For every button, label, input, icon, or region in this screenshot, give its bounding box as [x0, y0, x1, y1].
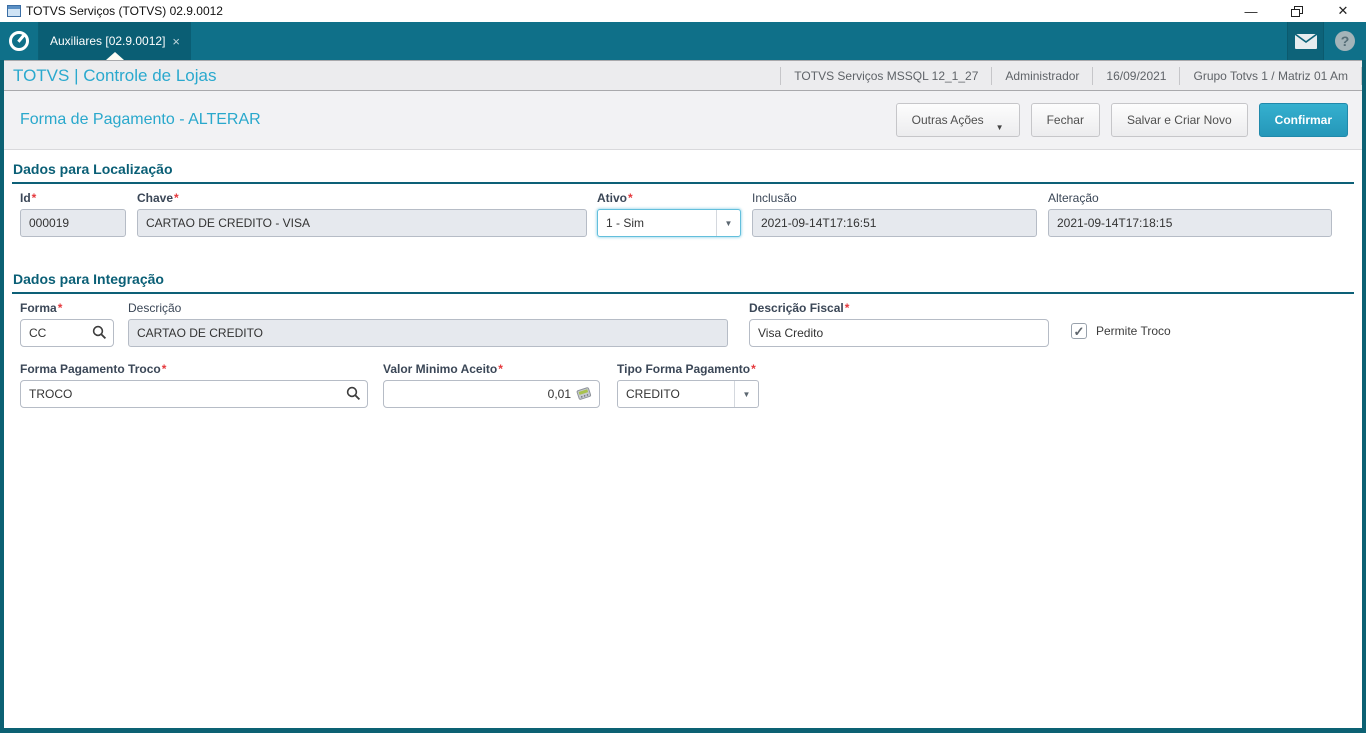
fechar-button[interactable]: Fechar	[1030, 103, 1100, 137]
required-marker: *	[174, 191, 179, 205]
brand-title: TOTVS | Controle de Lojas	[13, 65, 217, 85]
tipo-forma-pagamento-select[interactable]: CREDITO ▼	[617, 380, 759, 408]
window-titlebar: TOTVS Serviços (TOTVS) 02.9.0012 — ✕	[0, 0, 1366, 22]
env-server: TOTVS Serviços MSSQL 12_1_27	[780, 66, 991, 85]
forma-pagamento-troco-input[interactable]	[20, 380, 368, 408]
env-user: Administrador	[991, 66, 1092, 85]
checkbox-checked-icon[interactable]: ✓	[1071, 323, 1087, 339]
chevron-down-icon[interactable]: ▼	[734, 381, 758, 407]
alteracao-input[interactable]	[1048, 209, 1332, 237]
calculator-icon[interactable]	[576, 386, 593, 401]
valor-minimo-input[interactable]	[383, 380, 600, 408]
field-tipo-forma-pagamento: Tipo Forma Pagamento* CREDITO ▼	[617, 362, 759, 408]
forma-label: Forma*	[20, 301, 63, 315]
required-marker: *	[57, 301, 63, 315]
totvs-logo-tile[interactable]	[0, 22, 39, 60]
permite-troco-checkbox-group[interactable]: ✓ Permite Troco	[1071, 323, 1171, 339]
app-window-icon	[7, 5, 21, 17]
env-date: 16/09/2021	[1092, 66, 1179, 85]
active-tab-caret	[106, 52, 124, 60]
field-forma-pagamento-troco: Forma Pagamento Troco*	[20, 362, 368, 408]
required-marker: *	[844, 301, 850, 315]
tab-label: Auxiliares [02.9.0012]	[50, 34, 166, 48]
restore-icon[interactable]	[1274, 0, 1320, 22]
form-area: Dados para Localização Id* Chave* Ativo*…	[4, 150, 1362, 728]
required-marker: *	[628, 191, 633, 205]
help-icon: ?	[1335, 31, 1355, 51]
brand-bar: TOTVS | Controle de Lojas TOTVS Serviços…	[4, 60, 1362, 91]
field-inclusao: Inclusão	[752, 191, 1037, 237]
tab-bar: Auxiliares [02.9.0012] × ?	[0, 22, 1366, 60]
field-id: Id*	[20, 191, 126, 237]
field-alteracao: Alteração	[1048, 191, 1332, 237]
row-integracao-2: Forma Pagamento Troco* Valor Minimo Acei…	[12, 362, 1354, 408]
descricao-input[interactable]	[128, 319, 728, 347]
ativo-select[interactable]: 1 - Sim ▼	[597, 209, 741, 237]
chave-label: Chave*	[137, 191, 179, 205]
salvar-criar-novo-button[interactable]: Salvar e Criar Novo	[1110, 103, 1248, 137]
tipo-forma-pagamento-label: Tipo Forma Pagamento*	[617, 362, 756, 376]
window-title: TOTVS Serviços (TOTVS) 02.9.0012	[26, 4, 223, 18]
section-title-integracao: Dados para Integração	[12, 270, 1354, 294]
row-localizacao: Id* Chave* Ativo* 1 - Sim ▼ Inclusão Alt…	[12, 191, 1354, 237]
required-marker: *	[751, 362, 756, 376]
descricao-fiscal-label: Descrição Fiscal*	[749, 301, 850, 315]
search-icon[interactable]	[92, 325, 107, 340]
help-button[interactable]: ?	[1324, 22, 1366, 60]
required-marker: *	[498, 362, 503, 376]
field-valor-minimo: Valor Minimo Aceito*	[383, 362, 600, 408]
outras-acoes-label: Outras Ações	[911, 113, 984, 127]
chevron-down-icon[interactable]: ▼	[716, 210, 740, 236]
ativo-label: Ativo*	[597, 191, 633, 205]
outras-acoes-button[interactable]: Outras Ações ▼	[895, 103, 1020, 137]
page-title: Forma de Pagamento - ALTERAR	[20, 111, 261, 128]
field-descricao: Descrição	[128, 301, 728, 347]
chevron-down-icon: ▼	[995, 122, 1004, 132]
ativo-selected-value: 1 - Sim	[606, 216, 645, 230]
field-descricao-fiscal: Descrição Fiscal*	[749, 301, 1049, 347]
valor-minimo-label: Valor Minimo Aceito*	[383, 362, 503, 376]
mail-button[interactable]	[1287, 22, 1324, 60]
descricao-label: Descrição	[128, 301, 182, 315]
field-chave: Chave*	[137, 191, 587, 237]
required-marker: *	[31, 191, 37, 205]
permite-troco-label: Permite Troco	[1096, 324, 1171, 338]
content-frame: TOTVS | Controle de Lojas TOTVS Serviços…	[0, 60, 1366, 733]
minimize-icon[interactable]: —	[1228, 0, 1274, 22]
tab-close-icon[interactable]: ×	[172, 35, 180, 48]
confirmar-button[interactable]: Confirmar	[1258, 103, 1348, 137]
id-label: Id*	[20, 191, 37, 205]
totvs-logo-icon	[9, 31, 29, 51]
inclusao-label: Inclusão	[752, 191, 797, 205]
section-title-localizacao: Dados para Localização	[12, 160, 1354, 184]
forma-pagamento-troco-label: Forma Pagamento Troco*	[20, 362, 167, 376]
search-icon[interactable]	[346, 386, 361, 401]
mail-icon	[1294, 33, 1317, 49]
required-marker: *	[161, 362, 167, 376]
env-company: Grupo Totvs 1 / Matriz 01 Am	[1179, 66, 1362, 85]
id-input[interactable]	[20, 209, 126, 237]
field-forma: Forma*	[20, 301, 114, 347]
descricao-fiscal-input[interactable]	[749, 319, 1049, 347]
environment-info: TOTVS Serviços MSSQL 12_1_27 Administrad…	[780, 61, 1362, 90]
alteracao-label: Alteração	[1048, 191, 1099, 205]
inclusao-input[interactable]	[752, 209, 1037, 237]
tab-auxiliares[interactable]: Auxiliares [02.9.0012] ×	[39, 22, 191, 60]
tipo-forma-pagamento-selected-value: CREDITO	[626, 387, 680, 401]
field-ativo: Ativo* 1 - Sim ▼	[597, 191, 741, 237]
action-toolbar: Forma de Pagamento - ALTERAR Outras Açõe…	[4, 91, 1362, 150]
close-window-icon[interactable]: ✕	[1320, 0, 1366, 22]
row-integracao-1: Forma* Descrição Descrição Fiscal* ✓	[12, 301, 1354, 347]
chave-input[interactable]	[137, 209, 587, 237]
